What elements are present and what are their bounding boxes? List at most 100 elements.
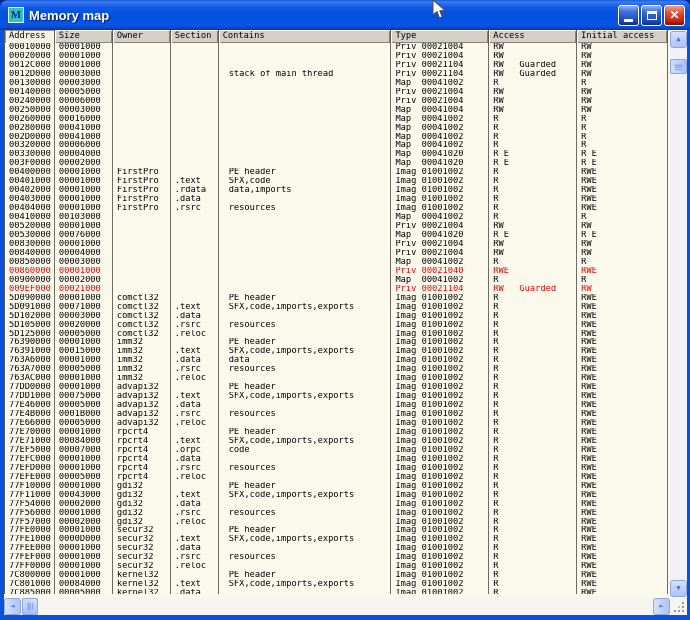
cell-initial-access: RWE xyxy=(577,491,668,500)
table-row[interactable]: 0025000000003000Map 00041004RWRW xyxy=(5,106,668,115)
table-row[interactable]: 5D09000000001000comctl32PE headerImag 01… xyxy=(5,294,668,303)
column-header-address[interactable]: Address xyxy=(5,30,55,43)
column-header-section[interactable]: Section xyxy=(171,30,219,43)
minimize-button[interactable] xyxy=(618,5,639,26)
table-row[interactable]: 77F5700000002000gdi32.relocImag 01001002… xyxy=(5,518,668,527)
table-row[interactable]: 77F5600000001000gdi32.rsrcresourcesImag … xyxy=(5,509,668,518)
column-header-type[interactable]: Type xyxy=(391,30,489,43)
table-row[interactable]: 003F000000002000Map 00041020R ER E xyxy=(5,159,668,168)
table-row[interactable]: 7C80000000001000kernel32PE headerImag 01… xyxy=(5,571,668,580)
maximize-button[interactable] xyxy=(641,5,662,26)
cell-access: R xyxy=(489,258,577,267)
table-row[interactable]: 0040000000001000FirstProPE headerImag 01… xyxy=(5,168,668,177)
table-row[interactable]: 77F1100000043000gdi32.textSFX,code,impor… xyxy=(5,491,668,500)
table-row[interactable]: 009EF00000021000Priv 00021104RW GuardedR… xyxy=(5,285,668,294)
cell-contains xyxy=(219,276,392,285)
table-row[interactable]: 0053000000076000Map 00041020R ER E xyxy=(5,231,668,240)
table-row[interactable]: 0026000000016000Map 00041002RR xyxy=(5,115,668,124)
table-row[interactable]: 5D10200000003000comctl32.dataImag 010010… xyxy=(5,312,668,321)
scroll-up-button[interactable]: ▲ xyxy=(670,31,687,48)
table-row[interactable]: 0041000000103000Map 00041002RR xyxy=(5,213,668,222)
table-row[interactable]: 77E7100000084000rpcrt4.textSFX,code,impo… xyxy=(5,437,668,446)
column-header-size[interactable]: Size xyxy=(55,30,113,43)
table-row[interactable]: 0085000000003000Map 00041002RR xyxy=(5,258,668,267)
horizontal-scroll-thumb[interactable] xyxy=(22,598,38,615)
table-row[interactable]: 0002000000001000Priv 00021004RWRW xyxy=(5,52,668,61)
titlebar[interactable]: M Memory map ✕ xyxy=(0,0,690,30)
table-row[interactable]: 5D12500000005000comctl32.relocImag 01001… xyxy=(5,330,668,339)
table-row[interactable]: 763AC00000001000imm32.relocImag 01001002… xyxy=(5,374,668,383)
horizontal-scrollbar[interactable]: ◄ ► xyxy=(4,598,670,615)
table-row[interactable]: 77DD000000001000advapi32PE headerImag 01… xyxy=(5,383,668,392)
scroll-right-button[interactable]: ► xyxy=(653,598,670,615)
table-row[interactable]: 0001000000001000Priv 00021004RWRW xyxy=(5,43,668,52)
table-row[interactable]: 0084000000004000Priv 00021004RWRW xyxy=(5,249,668,258)
cell-owner xyxy=(113,231,171,240)
table-row[interactable]: 763A700000005000imm32.rsrcresourcesImag … xyxy=(5,365,668,374)
table-row[interactable]: 77EFE00000005000rpcrt4.relocImag 0100100… xyxy=(5,473,668,482)
table-row[interactable]: 002D000000041000Map 00041002RR xyxy=(5,133,668,142)
table-row[interactable]: 0028000000041000Map 00041002RR xyxy=(5,124,668,133)
table-row[interactable]: 77DD100000075000advapi32.textSFX,code,im… xyxy=(5,392,668,401)
cell-size: 00005000 xyxy=(55,419,113,428)
table-row[interactable]: 77E7000000001000rpcrt4PE headerImag 0100… xyxy=(5,428,668,437)
table-row[interactable]: 0090000000002000Map 00041002RR xyxy=(5,276,668,285)
app-icon[interactable]: M xyxy=(8,7,24,23)
table-row[interactable]: 77E4B0000001B000advapi32.rsrcresourcesIm… xyxy=(5,410,668,419)
cell-address: 00130000 xyxy=(5,79,55,88)
table-row[interactable]: 0052000000001000Priv 00021004RWRW xyxy=(5,222,668,231)
resize-grip[interactable] xyxy=(670,598,687,615)
table-row[interactable]: 5D10500000020000comctl32.rsrcresourcesIm… xyxy=(5,321,668,330)
table-row[interactable]: 0033000000004000Map 00041020R ER E xyxy=(5,150,668,159)
memory-map-client: AddressSizeOwnerSectionContainsTypeAcces… xyxy=(4,30,687,615)
scroll-down-button[interactable]: ▼ xyxy=(670,580,687,597)
table-row[interactable]: 7C80100000084000kernel32.textSFX,code,im… xyxy=(5,580,668,589)
table-row[interactable]: 0040200000001000FirstPro.rdatadata,impor… xyxy=(5,186,668,195)
table-row[interactable]: 77FEE00000001000secur32.dataImag 0100100… xyxy=(5,544,668,553)
table-row[interactable]: 0040400000001000FirstPro.rsrcresourcesIm… xyxy=(5,204,668,213)
table-row[interactable]: 7639100000015000imm32.textSFX,code,impor… xyxy=(5,347,668,356)
table-row[interactable]: 77FE000000001000secur32PE headerImag 010… xyxy=(5,526,668,535)
table-row[interactable]: 0012D00000003000stack of main threadPriv… xyxy=(5,70,668,79)
table-row[interactable]: 0014000000005000Priv 00021004RWRW xyxy=(5,88,668,97)
table-row[interactable]: 0040300000001000FirstPro.dataImag 010010… xyxy=(5,195,668,204)
table-row[interactable]: 77F5400000002000gdi32.dataImag 01001002R… xyxy=(5,500,668,509)
cell-access: R xyxy=(489,338,577,347)
table-row[interactable]: 77EFC00000001000rpcrt4.dataImag 01001002… xyxy=(5,455,668,464)
table-row[interactable]: 7C88500000005000kernel32.dataImag 010010… xyxy=(5,589,668,594)
scroll-left-button[interactable]: ◄ xyxy=(4,598,21,615)
table-row[interactable]: 0086000000001000Priv 00021040RWERWE xyxy=(5,267,668,276)
cell-type: Imag 01001002 xyxy=(391,294,489,303)
table-row[interactable]: 0024000000006000Priv 00021004RWRW xyxy=(5,97,668,106)
table-row[interactable]: 0013000000003000Map 00041002RR xyxy=(5,79,668,88)
table-row[interactable]: 0040100000001000FirstPro.textSFX,codeIma… xyxy=(5,177,668,186)
cell-section: .reloc xyxy=(171,518,219,527)
table-row[interactable]: 77EF500000007000rpcrt4.orpccodeImag 0100… xyxy=(5,446,668,455)
close-button[interactable]: ✕ xyxy=(664,5,685,26)
table-row[interactable]: 77FEF00000001000secur32.rsrcresourcesIma… xyxy=(5,553,668,562)
cell-owner: imm32 xyxy=(113,356,171,365)
table-row[interactable]: 763A600000001000imm32.datadataImag 01001… xyxy=(5,356,668,365)
column-header-access[interactable]: Access xyxy=(489,30,577,43)
table-row[interactable]: 0083000000001000Priv 00021004RWRW xyxy=(5,240,668,249)
cell-access: R xyxy=(489,491,577,500)
column-header-initial-access[interactable]: Initial access xyxy=(577,30,668,43)
vertical-scrollbar[interactable]: ▲ ▼ xyxy=(670,31,687,597)
cell-section: .text xyxy=(171,392,219,401)
table-row[interactable]: 77E4600000005000advapi32.dataImag 010010… xyxy=(5,401,668,410)
column-header-contains[interactable]: Contains xyxy=(219,30,392,43)
table-row[interactable]: 7639000000001000imm32PE headerImag 01001… xyxy=(5,338,668,347)
table-row[interactable]: 77EFD00000001000rpcrt4.rsrcresourcesImag… xyxy=(5,464,668,473)
cell-contains xyxy=(219,544,392,553)
table-row[interactable]: 77FF000000001000secur32.relocImag 010010… xyxy=(5,562,668,571)
column-header-owner[interactable]: Owner xyxy=(113,30,171,43)
vertical-scroll-thumb[interactable] xyxy=(670,59,687,74)
table-row[interactable]: 0032000000006000Map 00041002RR xyxy=(5,141,668,150)
cell-owner: comctl32 xyxy=(113,303,171,312)
table-row[interactable]: 77E6600000005000advapi32.relocImag 01001… xyxy=(5,419,668,428)
table-row[interactable]: 77FE10000000D000secur32.textSFX,code,imp… xyxy=(5,535,668,544)
cell-size: 00003000 xyxy=(55,79,113,88)
table-row[interactable]: 77F1000000001000gdi32PE headerImag 01001… xyxy=(5,482,668,491)
table-row[interactable]: 5D09100000071000comctl32.textSFX,code,im… xyxy=(5,303,668,312)
table-row[interactable]: 0012C00000001000Priv 00021104RW GuardedR… xyxy=(5,61,668,70)
